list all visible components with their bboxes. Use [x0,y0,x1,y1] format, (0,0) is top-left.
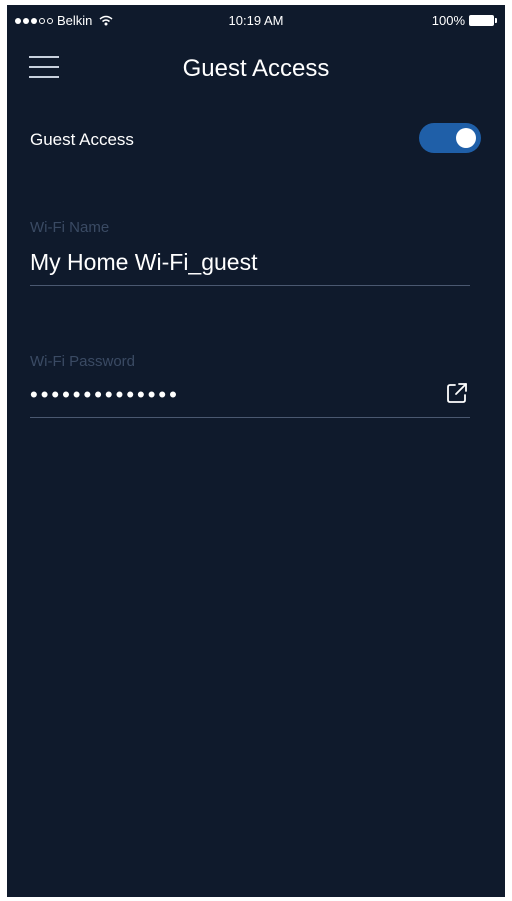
toggle-knob [456,128,476,148]
share-icon[interactable] [445,381,469,405]
page-title: Guest Access [182,55,330,82]
wifi-name-divider [30,285,470,286]
header: Guest Access [7,45,505,95]
wifi-password-field[interactable]: •••••••••••••• [30,382,180,408]
status-right: 100% [432,13,497,28]
battery-percentage: 100% [431,13,465,28]
status-bar: Belkin 10:19 AM 100% [7,5,505,35]
wifi-password-divider [30,417,470,418]
wifi-name-label: Wi-Fi Name [30,219,110,236]
wifi-password-label: Wi-Fi Password [30,353,136,370]
guest-access-label: Guest Access [30,130,134,149]
status-time: 10:19 AM [228,13,284,28]
app-screen: Belkin 10:19 AM 100% Guest Access Guest … [7,5,505,897]
guest-access-toggle[interactable] [419,123,481,153]
wifi-name-input[interactable] [30,249,430,276]
battery-icon [469,15,497,26]
